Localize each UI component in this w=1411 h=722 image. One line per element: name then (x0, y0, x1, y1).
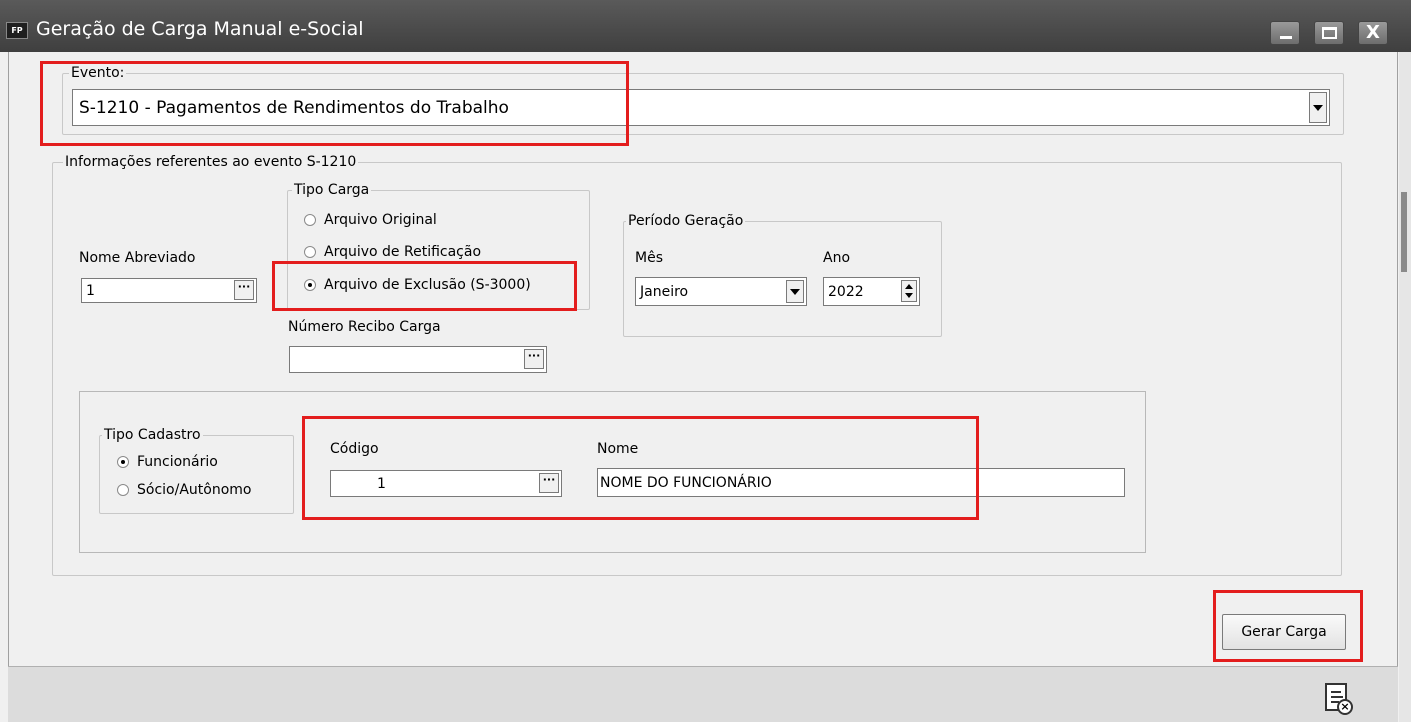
radio-arquivo-original[interactable]: Arquivo Original (304, 212, 437, 228)
maximize-icon (1322, 27, 1337, 39)
right-edge (1399, 52, 1411, 722)
radio-label: Sócio/Autônomo (137, 482, 252, 498)
status-bar (8, 666, 1398, 722)
radio-arquivo-retificacao[interactable]: Arquivo de Retificação (304, 244, 481, 260)
numero-recibo-field[interactable]: ··· (289, 346, 547, 373)
tipo-cadastro-legend: Tipo Cadastro (102, 426, 203, 444)
close-button[interactable]: X (1358, 21, 1388, 45)
mes-select-value: Janeiro (640, 283, 689, 300)
ano-label: Ano (823, 250, 851, 266)
minimize-button[interactable] (1270, 21, 1300, 45)
ano-value: 2022 (828, 283, 864, 300)
radio-icon (304, 214, 316, 226)
mes-select[interactable]: Janeiro (635, 277, 807, 306)
window-title: Geração de Carga Manual e-Social (36, 18, 364, 40)
radio-funcionario[interactable]: Funcionário (117, 454, 218, 470)
radio-label: Arquivo Original (324, 212, 437, 228)
nome-abreviado-label: Nome Abreviado (79, 250, 196, 266)
codigo-lookup-button[interactable]: ··· (539, 473, 559, 493)
evento-select[interactable]: S-1210 - Pagamentos de Rendimentos do Tr… (72, 89, 1330, 126)
evento-select-value: S-1210 - Pagamentos de Rendimentos do Tr… (79, 97, 509, 118)
ano-spinner[interactable]: 2022 (823, 277, 920, 306)
radio-selected-icon (117, 456, 129, 468)
codigo-value: 1 (377, 475, 386, 492)
close-icon: X (1366, 22, 1380, 43)
numero-recibo-label: Número Recibo Carga (288, 319, 441, 335)
radio-icon (304, 246, 316, 258)
radio-label: Arquivo de Retificação (324, 244, 482, 260)
cancel-icon: × (1337, 699, 1353, 715)
codigo-field[interactable]: 1 ··· (330, 470, 562, 497)
nome-value: NOME DO FUNCIONÁRIO (600, 474, 772, 491)
radio-label: Arquivo de Exclusão (S-3000) (324, 277, 531, 293)
app-icon: FP (6, 22, 28, 39)
radio-selected-icon (304, 279, 316, 291)
nome-abreviado-value: 1 (86, 282, 95, 299)
tipo-cadastro-group: Tipo Cadastro (99, 426, 294, 514)
gerar-carga-button[interactable]: Gerar Carga (1222, 614, 1346, 650)
nome-label: Nome (597, 441, 639, 457)
maximize-button[interactable] (1314, 21, 1344, 45)
chevron-down-icon (1313, 104, 1323, 111)
title-bar: FP Geração de Carga Manual e-Social X (0, 0, 1411, 52)
info-legend: Informações referentes ao evento S-1210 (63, 153, 359, 171)
nome-field[interactable]: NOME DO FUNCIONÁRIO (597, 468, 1125, 497)
arrow-up-icon (905, 284, 913, 289)
ano-spin-buttons[interactable] (901, 280, 917, 302)
periodo-legend: Período Geração (626, 212, 746, 230)
nome-abreviado-field[interactable]: 1 ··· (81, 278, 257, 303)
numero-recibo-lookup-button[interactable]: ··· (524, 349, 544, 369)
tipo-carga-legend: Tipo Carga (292, 181, 372, 199)
mes-label: Mês (635, 250, 663, 266)
evento-dropdown-button[interactable] (1309, 92, 1327, 123)
radio-icon (117, 484, 129, 496)
radio-socio-autonomo[interactable]: Sócio/Autônomo (117, 482, 251, 498)
arrow-down-icon (905, 293, 913, 298)
radio-label: Funcionário (137, 454, 218, 470)
evento-legend: Evento: (69, 64, 127, 82)
document-cancel-icon[interactable]: × (1325, 683, 1353, 715)
nome-abreviado-lookup-button[interactable]: ··· (234, 280, 254, 300)
chevron-down-icon (790, 288, 800, 295)
radio-arquivo-exclusao[interactable]: Arquivo de Exclusão (S-3000) (304, 277, 531, 293)
minimize-icon (1280, 36, 1292, 39)
codigo-label: Código (330, 441, 379, 457)
mes-dropdown-button[interactable] (786, 280, 804, 303)
